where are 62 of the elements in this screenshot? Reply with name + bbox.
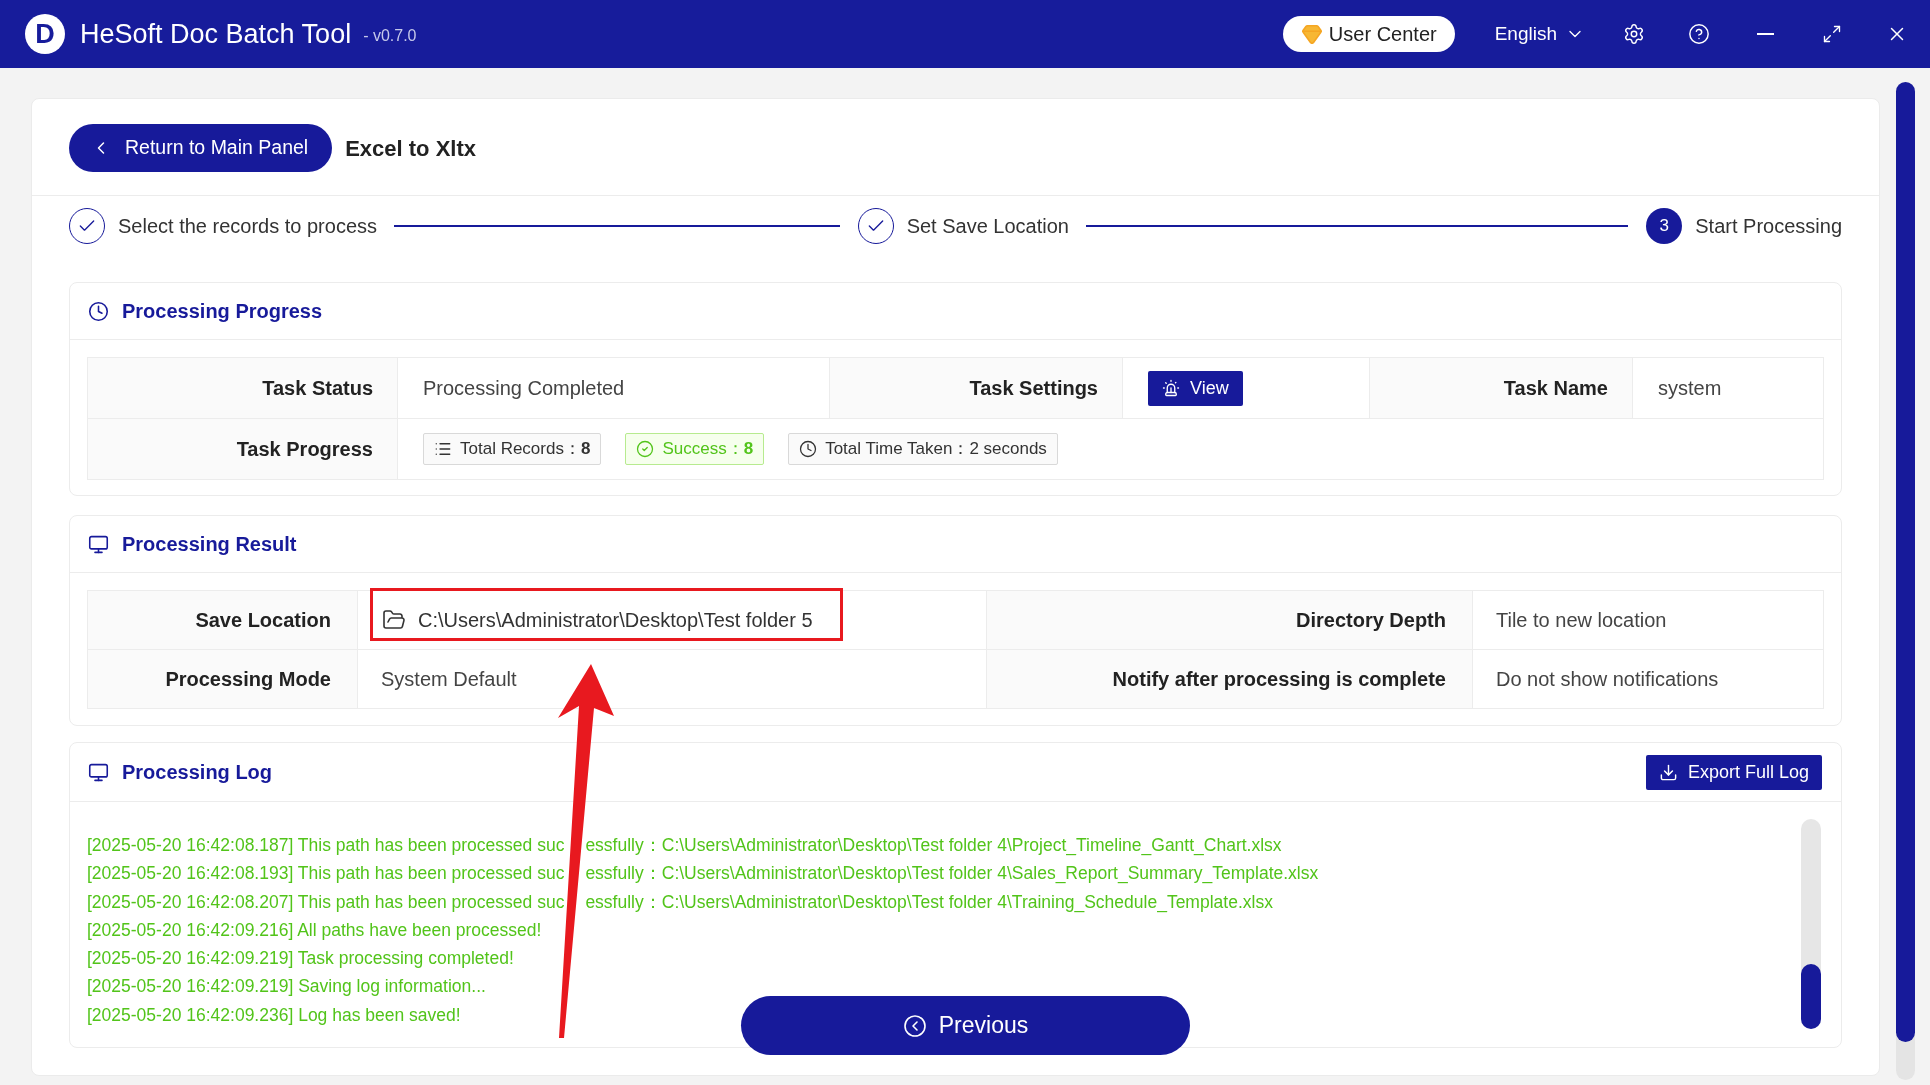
- help-button[interactable]: [1687, 22, 1711, 46]
- log-text: [2025-05-20 16:42:08.207] This path has been processed suc: [87, 890, 565, 914]
- version-label: - v0.7.0: [363, 26, 417, 46]
- field-value: Tile to new location: [1473, 591, 1823, 649]
- field-label: Task Name: [1370, 358, 1632, 418]
- field-label: Task Settings: [830, 358, 1122, 418]
- language-selector[interactable]: English: [1494, 19, 1585, 49]
- previous-button[interactable]: Previous: [741, 996, 1190, 1055]
- window-title: HeSoft Doc Batch Tool: [80, 20, 352, 48]
- user-center-button[interactable]: User Center: [1282, 16, 1455, 52]
- download-icon: [1658, 762, 1678, 782]
- monitor-icon: [88, 533, 109, 555]
- siren-icon: [1162, 379, 1180, 397]
- maximize-icon: [1822, 24, 1842, 44]
- tag-text: Success：8: [662, 438, 754, 461]
- log-text: [2025-05-20 16:42:08.187] This path has been processed suc: [87, 834, 565, 857]
- field-label: Processing Mode: [88, 650, 357, 708]
- step-number: 3: [1646, 208, 1683, 244]
- app-logo: D: [25, 14, 65, 54]
- settings-button[interactable]: [1622, 22, 1646, 46]
- log-text: essfully：C:\Users\Administrator\Desktop\Test folder 4\Project_Timeline_Gantt_Chart.xlsx: [585, 834, 1282, 858]
- log-text: [2025-05-20 16:42:09.219] Task processing completed!: [87, 947, 514, 971]
- step-label: Start Processing: [1695, 214, 1842, 239]
- section-title: Processing Result: [122, 532, 297, 557]
- chevron-left-circle-icon: [902, 1013, 927, 1038]
- field-label: Save Location: [88, 591, 357, 649]
- log-text: [2025-05-20 16:42:09.236] Log has been saved!: [87, 1003, 461, 1027]
- log-text: [2025-05-20 16:42:09.219] Saving log information...: [87, 975, 486, 999]
- step-label: Select the records to process: [118, 214, 377, 239]
- field-label: Task Progress: [88, 419, 397, 479]
- clock-icon: [88, 300, 109, 322]
- clock-icon: [799, 440, 818, 458]
- field-label: Task Status: [88, 358, 397, 418]
- gem-icon: [1300, 23, 1323, 45]
- check-circle-icon: [636, 440, 655, 458]
- log-text: essfully：C:\Users\Administrator\Desktop\Test folder 4\Training_Schedule_Template.xlsx: [585, 890, 1273, 915]
- field-label: Directory Depth: [987, 591, 1472, 649]
- folder-icon: [382, 608, 406, 632]
- minimize-icon: [1756, 33, 1774, 35]
- field-value: System Default: [358, 650, 986, 708]
- log-text: [2025-05-20 16:42:08.193] This path has been processed suc: [87, 862, 565, 886]
- path-text: C:\Users\Administrator\Desktop\Test folder 5: [418, 608, 813, 633]
- section-title: Processing Log: [122, 760, 273, 785]
- help-icon: [1688, 23, 1710, 45]
- step-label: Set Save Location: [906, 214, 1069, 239]
- field-value: system: [1633, 358, 1823, 418]
- field-label: Notify after processing is complete: [987, 650, 1472, 708]
- tag-text: Total Records：8: [460, 438, 591, 461]
- field-value: Processing Completed: [398, 358, 829, 418]
- tag-text: Total Time Taken：2 seconds: [825, 438, 1047, 461]
- monitor-icon: [88, 761, 109, 783]
- field-value: Do not show notifications: [1473, 650, 1823, 708]
- log-text: [2025-05-20 16:42:09.216] All paths have been processed!: [87, 918, 542, 942]
- export-log-button[interactable]: Export Full Log: [1645, 754, 1822, 790]
- log-text: essfully：C:\Users\Administrator\Desktop\Test folder 4\Sales_Report_Summary_Template.xlsx: [585, 862, 1319, 886]
- list-icon: [434, 440, 452, 458]
- section-title: Processing Progress: [122, 299, 323, 324]
- scrollbar-thumb: [1801, 964, 1821, 1029]
- view-button[interactable]: View: [1148, 370, 1243, 406]
- page-title: Excel to Xltx: [345, 134, 477, 163]
- back-button[interactable]: Return to Main Panel: [69, 124, 333, 172]
- settings-icon: [1623, 23, 1645, 45]
